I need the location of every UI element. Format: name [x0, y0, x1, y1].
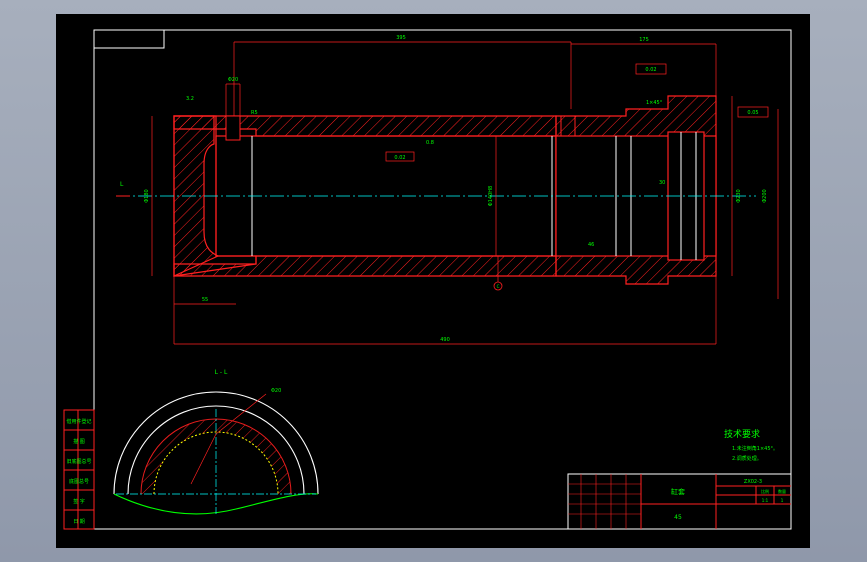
dim-outer-dia: Φ200: [762, 189, 768, 202]
dim-overall-length: 490: [440, 337, 450, 343]
dim-hole: Φ20: [228, 77, 238, 83]
stamp-label-1: 借用件登记: [66, 418, 91, 425]
section-arrow-label: L: [120, 181, 124, 188]
dim-flange-dia: Φ230: [736, 189, 742, 202]
tech-req-title: 技术要求: [724, 428, 760, 440]
code-box: [93, 29, 165, 49]
scale-value: 1:1: [762, 498, 769, 503]
section-dim-1: Φ20: [271, 388, 281, 394]
section-view-ll[interactable]: L - L Φ20: [113, 369, 319, 515]
fcf-2: 0.05: [747, 110, 758, 116]
small-dim: 30: [659, 180, 665, 186]
rough-2: 0.8: [426, 140, 434, 146]
part-name: 缸套: [671, 487, 685, 496]
tech-req-line2: 2.调质处理。: [732, 455, 762, 462]
rough-1: 3.2: [186, 96, 194, 102]
datum-label: C: [497, 284, 500, 289]
fcf-3: 0.02: [394, 155, 405, 161]
section-title: L - L: [215, 369, 228, 376]
drawing-sheet: 借用件登记 描 图 旧底图总号 底图总号 签 字 日 期 395 175 490…: [56, 14, 810, 548]
radius-note: R5: [251, 110, 258, 116]
stamp-label-6: 日 期: [73, 519, 85, 525]
cad-viewport[interactable]: 借用件登记 描 图 旧底图总号 底图总号 签 字 日 期 395 175 490…: [0, 0, 867, 562]
drawing-svg: 借用件登记 描 图 旧底图总号 底图总号 签 字 日 期 395 175 490…: [63, 29, 792, 530]
chamfer-note: 1×45°: [646, 100, 663, 106]
stamp-label-3: 旧底图总号: [66, 458, 91, 465]
qty-label: 数量: [778, 488, 786, 494]
material: 45: [674, 514, 682, 521]
stamp-label-5: 签 字: [73, 498, 85, 505]
qty-value: 1: [781, 498, 784, 503]
title-block[interactable]: 缸套 45 ZX02-3 比例 数量 1:1 1: [567, 473, 792, 530]
stamp-label-2: 描 图: [73, 438, 85, 445]
main-section-view[interactable]: 395 175 490 Φ180 Φ230 Φ200 Φ140H8 Φ20 55…: [116, 35, 779, 345]
fcf-1: 0.02: [645, 67, 656, 73]
dim-bottom-left: 55: [202, 297, 208, 303]
dim-top-span: 395: [396, 35, 406, 41]
side-stamp-column: 借用件登记 描 图 旧底图总号 底图总号 签 字 日 期: [63, 409, 95, 530]
stamp-label-4: 底图总号: [69, 478, 89, 485]
wall-bottom: [173, 255, 557, 277]
depth-note: 46: [588, 242, 594, 248]
tech-requirements: 技术要求 1.未注倒角1×45°。 2.调质处理。: [724, 428, 778, 462]
scale-label: 比例: [761, 488, 769, 494]
dim-right-span: 175: [639, 37, 649, 43]
dim-bore-dia: Φ140H8: [488, 186, 494, 206]
drawing-no: ZX02-3: [744, 479, 762, 485]
tech-req-line1: 1.未注倒角1×45°。: [732, 445, 778, 452]
dim-left-dia: Φ180: [144, 189, 150, 202]
